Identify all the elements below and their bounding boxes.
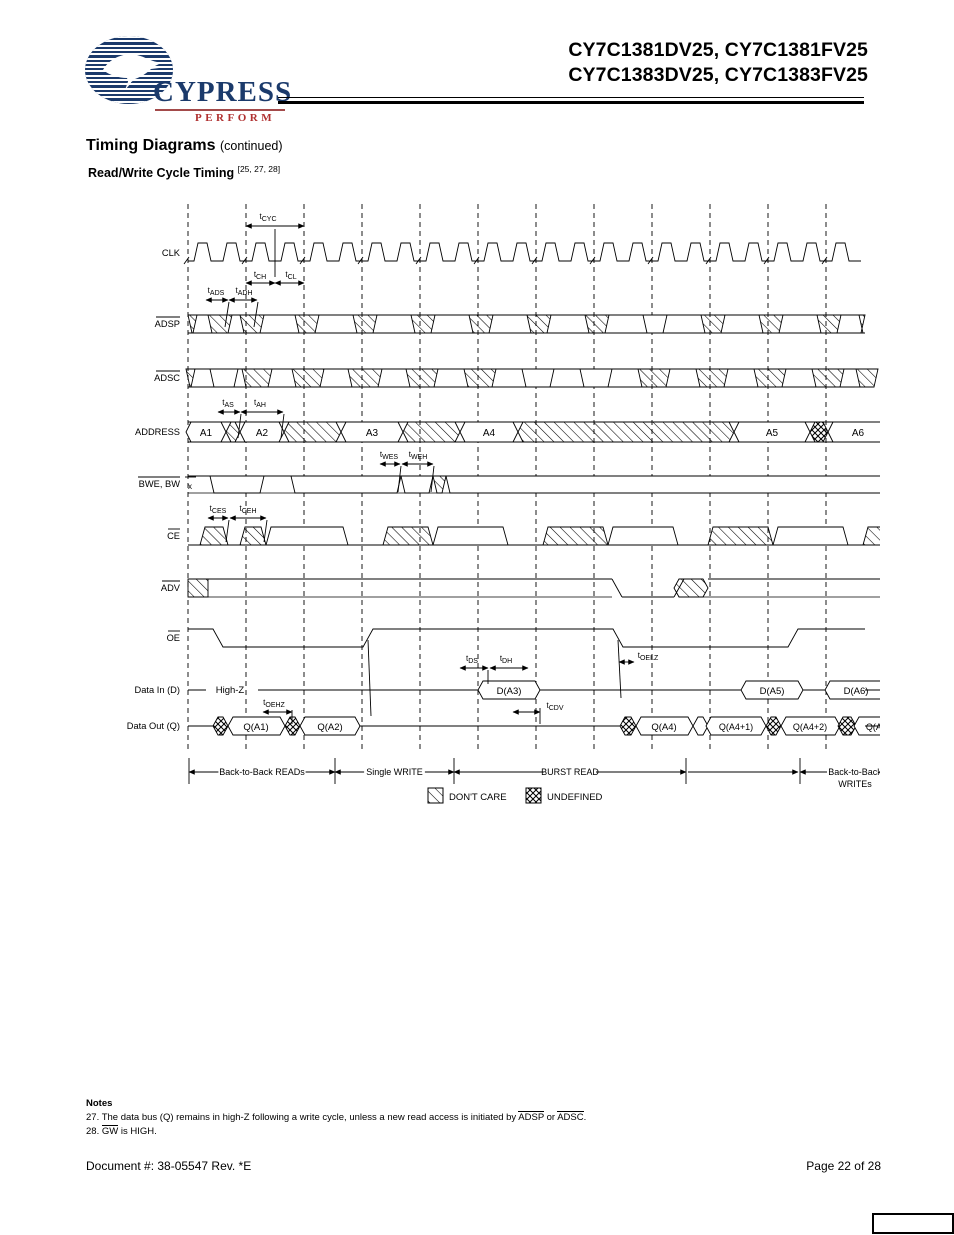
signal-label-adsp: ADSP: [155, 319, 180, 329]
phase-label: BURST READ: [541, 767, 599, 777]
legend-undefined-swatch: [525, 787, 542, 804]
logo-wordmark: CYPRESS: [153, 76, 293, 108]
header-rule-thin: [278, 97, 864, 98]
timing-param-label: tCYC: [259, 212, 276, 223]
legend-dontcare-label: DON'T CARE: [449, 792, 507, 803]
subsection-title-text: Read/Write Cycle Timing: [88, 166, 235, 181]
part-numbers: CY7C1381DV25, CY7C1381FV25 CY7C1383DV25,…: [568, 38, 868, 88]
data-out-value: Q(A4+3): [866, 722, 880, 732]
legend-dontcare-swatch: [427, 787, 444, 804]
data-out-value: Q(A4): [651, 722, 676, 733]
timing-param-label: tCH: [254, 270, 266, 281]
phase-label: WRITEs: [838, 779, 872, 789]
note-item: 28. GW is HIGH.: [86, 1124, 886, 1139]
signal-label-ce: CE: [167, 531, 180, 541]
timing-diagram-canvas: CLK ADSP ADSC ADDRESS BWE, BW x CE ADV OE Data In…: [127, 204, 880, 804]
address-value: A1: [200, 428, 213, 439]
section-title: Timing Diagrams (continued): [86, 137, 283, 155]
signal-label-dataind: Data In (D): [135, 685, 180, 695]
note-text: The data bus (Q) remains in high-Z follo…: [101, 1112, 519, 1123]
timing-param-label: tCEH: [239, 504, 256, 515]
data-in-highz-label: High-Z: [216, 685, 245, 696]
svg-text:x: x: [188, 482, 192, 491]
timing-param-label: tWES: [380, 450, 399, 461]
datasheet-page: CYPRESS PERFORM CY7C1381DV25, CY7C1381FV…: [0, 0, 954, 1235]
address-value: A5: [766, 428, 779, 439]
bottom-right-box: [872, 1213, 954, 1234]
subsection-note-refs: [25, 27, 28]: [237, 164, 281, 174]
page-footer: Document #: 38-05547 Rev. *E Page 22 of …: [86, 1159, 881, 1173]
subsection-title: Read/Write Cycle Timing [25, 27, 28]: [88, 164, 280, 180]
section-title-continued: (continued): [219, 139, 283, 153]
timing-param-label: tCES: [210, 504, 227, 515]
signal-label-dataoutq: Data Out (Q): [127, 721, 180, 731]
timing-param-label: tADS: [208, 286, 225, 297]
address-value: A3: [366, 428, 379, 439]
data-in-value: D(A3): [497, 686, 522, 697]
timing-param-label: tADH: [235, 286, 252, 297]
address-value: A4: [483, 428, 496, 439]
timing-param-label: tAH: [254, 398, 266, 409]
notes-heading: Notes: [86, 1098, 113, 1109]
address-value: A2: [256, 428, 269, 439]
timing-param-label: tCDV: [546, 701, 563, 712]
timing-param-label: tDS: [466, 654, 478, 665]
signal-label-address: ADDRESS: [135, 427, 180, 437]
timing-param-label: tDH: [500, 654, 512, 665]
note-number: 27.: [86, 1112, 100, 1123]
logo-tagline: PERFORM: [195, 112, 276, 124]
phase-label: Back-to-Back: [828, 767, 880, 777]
signal-label-adsc: ADSC: [154, 373, 180, 383]
part-numbers-line-1: CY7C1381DV25, CY7C1381FV25: [568, 39, 868, 61]
timing-param-label: tWEH: [409, 450, 428, 461]
cypress-logo: CYPRESS PERFORM: [85, 36, 293, 124]
phase-label: Single WRITE: [366, 767, 423, 777]
legend-undefined-label: UNDEFINED: [547, 792, 603, 803]
note-signal-gw: GW: [101, 1124, 119, 1137]
data-out-value: Q(A2): [317, 722, 342, 733]
data-out-value: Q(A4+2): [793, 722, 827, 732]
note-item: 27. The data bus (Q) remains in high-Z f…: [86, 1111, 886, 1125]
clk-waveform: [188, 242, 861, 262]
note-text-end: .: [583, 1112, 587, 1123]
note-text-end: is HIGH.: [118, 1125, 157, 1137]
timing-param-label: tAS: [222, 398, 234, 409]
signal-label-bwebw: BWE, BW: [139, 479, 181, 489]
data-in-value: D(A6): [844, 686, 869, 697]
timing-diagram: CLK ADSP ADSC ADDRESS BWE, BW x CE ADV OE Data In…: [80, 196, 880, 806]
page-number: Page 22 of 28: [806, 1159, 881, 1173]
note-text-mid: or: [544, 1112, 558, 1123]
note-signal-adsp: ADSP: [518, 1111, 544, 1123]
section-title-text: Timing Diagrams: [86, 137, 216, 154]
header-rule-thick: [278, 101, 864, 104]
address-value: A6: [852, 428, 865, 439]
phase-label: Back-to-Back READs: [219, 767, 305, 777]
document-id: Document #: 38-05547 Rev. *E: [86, 1159, 252, 1173]
notes-block: Notes 27. The data bus (Q) remains in hi…: [86, 1098, 886, 1138]
logo-divider: [155, 109, 285, 111]
signal-label-adv: ADV: [161, 583, 181, 593]
note-signal-adsc: ADSC: [557, 1111, 584, 1123]
part-numbers-line-2: CY7C1383DV25, CY7C1383FV25: [568, 64, 868, 86]
signal-label-oe: OE: [167, 633, 180, 643]
signal-label-clk: CLK: [162, 248, 181, 258]
data-in-value: D(A5): [760, 686, 785, 697]
data-out-value: Q(A4+1): [719, 722, 753, 732]
data-out-value: Q(A1): [243, 722, 268, 733]
timing-param-label: tOEHZ: [263, 698, 285, 709]
note-number: 28.: [86, 1125, 100, 1137]
timing-param-label: tOELZ: [638, 651, 659, 662]
timing-param-label: tCL: [285, 270, 296, 281]
page-header: CYPRESS PERFORM CY7C1381DV25, CY7C1381FV…: [0, 0, 954, 128]
